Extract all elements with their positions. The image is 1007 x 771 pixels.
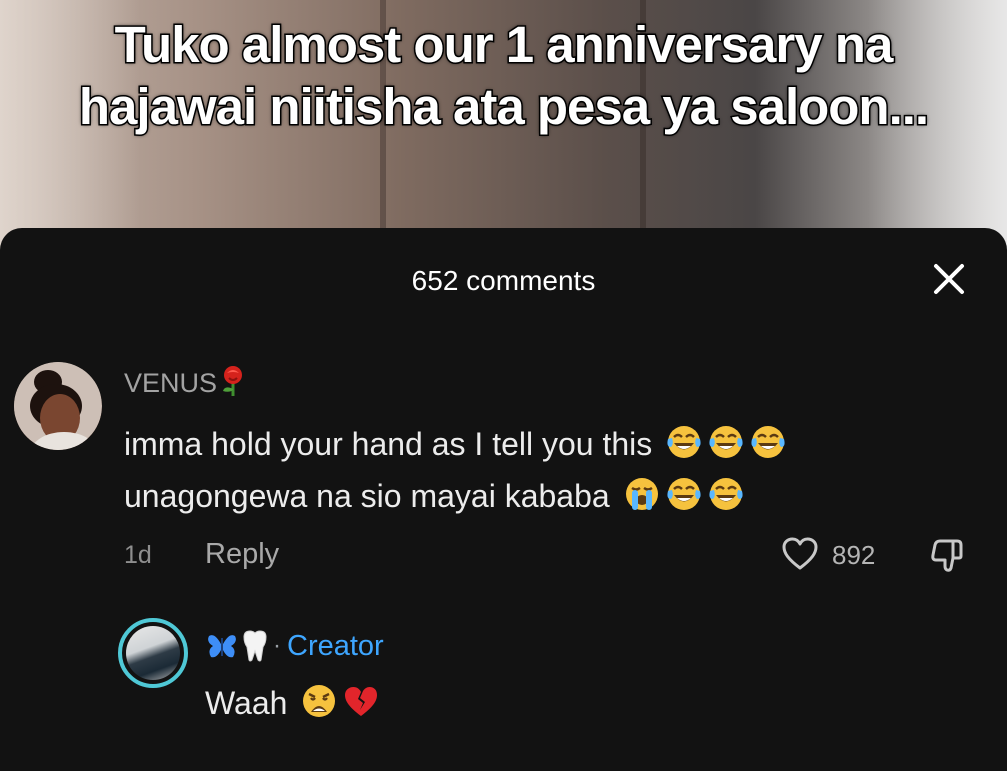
username-text: VENUS — [124, 368, 218, 398]
tears-of-joy-icon — [667, 478, 701, 510]
thumbs-down-icon — [931, 539, 963, 572]
comment-line-1: imma hold your hand as I tell you this — [124, 426, 653, 462]
loudly-crying-icon — [625, 478, 658, 510]
butterfly-icon — [208, 635, 236, 658]
dislike-button[interactable] — [926, 534, 968, 576]
close-button[interactable] — [928, 258, 970, 300]
reply-body: Waah — [205, 680, 380, 726]
reply-text: Waah — [205, 685, 288, 721]
tears-of-joy-icon — [751, 426, 785, 458]
close-icon — [934, 264, 964, 294]
tooth-icon — [243, 630, 267, 662]
separator-dot: · — [273, 632, 281, 659]
tears-of-joy-icon — [709, 426, 743, 458]
comment-line-2: unagongewa na sio mayai kababa — [124, 478, 610, 514]
comment-username[interactable]: VENUS — [124, 365, 249, 401]
heart-icon — [782, 537, 818, 570]
creator-avatar[interactable] — [118, 618, 188, 688]
like-button[interactable] — [780, 534, 820, 574]
comment-timestamp: 1d — [124, 541, 152, 569]
weary-face-icon — [303, 685, 336, 717]
rose-icon — [223, 366, 243, 396]
creator-username[interactable]: · Creator — [205, 627, 384, 665]
comment-body: imma hold your hand as I tell you this u… — [124, 418, 954, 522]
creator-avatar-image — [126, 626, 180, 680]
tears-of-joy-icon — [709, 478, 743, 510]
comments-count-title: 652 comments — [411, 265, 596, 296]
like-count: 892 — [832, 540, 876, 570]
avatar-portrait — [14, 362, 102, 450]
video-caption: Tuko almost our 1 anniversary na hajawai… — [77, 15, 930, 137]
avatar[interactable] — [14, 362, 102, 450]
creator-badge: Creator — [287, 630, 384, 662]
broken-heart-icon — [345, 687, 378, 716]
tears-of-joy-icon — [667, 426, 701, 458]
reply-button[interactable]: Reply — [205, 535, 279, 573]
